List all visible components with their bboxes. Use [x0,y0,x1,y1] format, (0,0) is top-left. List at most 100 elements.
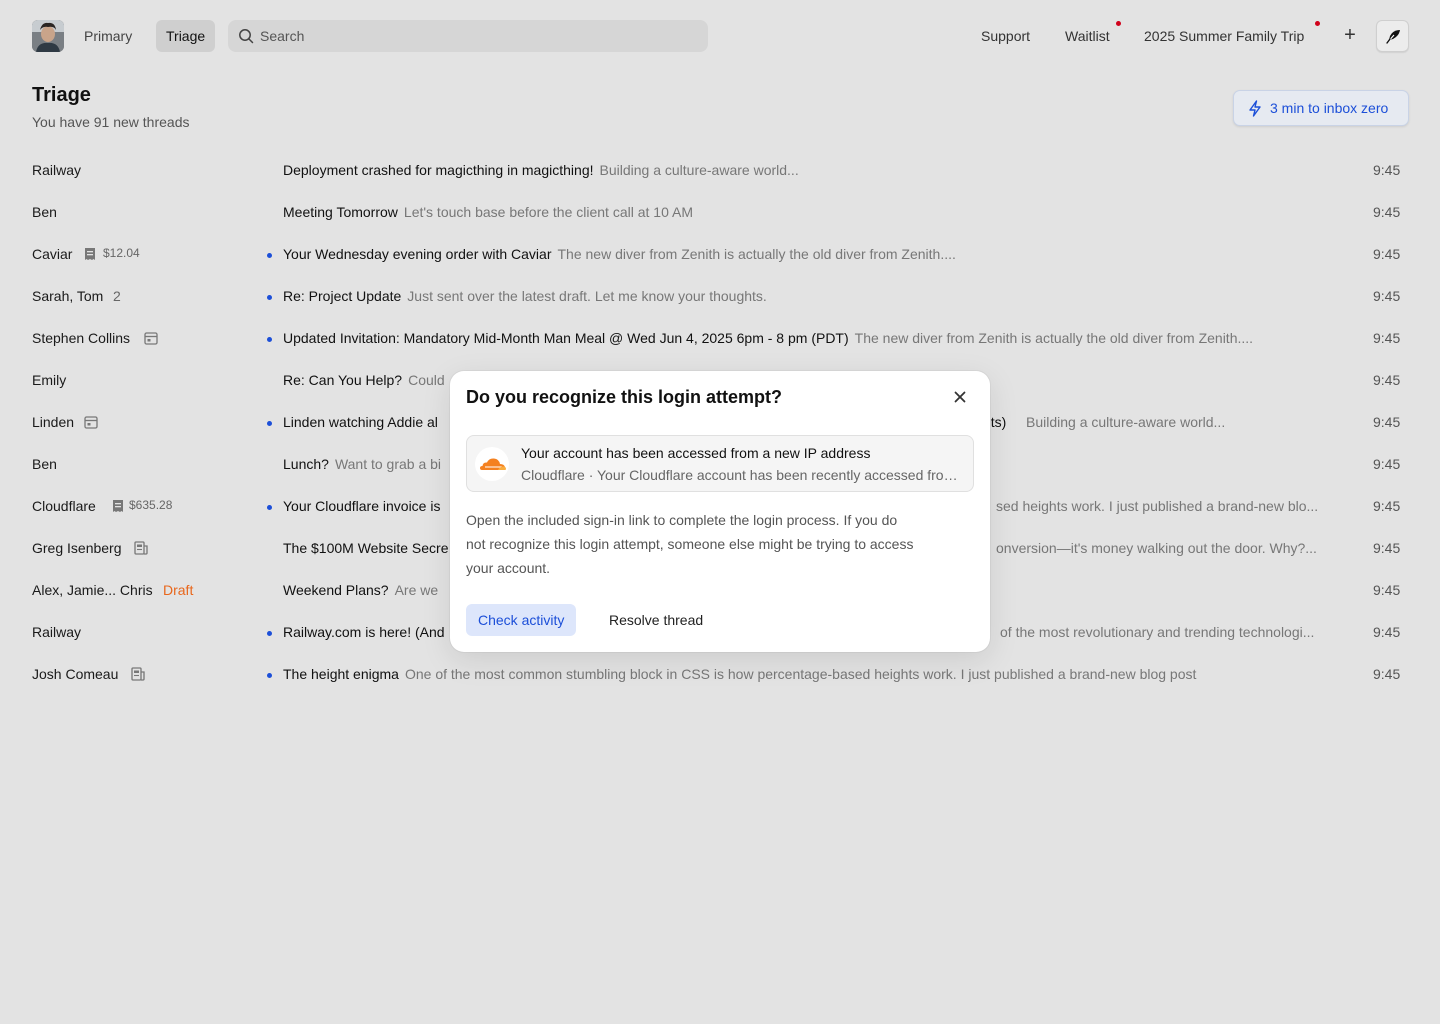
thread-sender: Greg Isenberg [32,540,122,556]
thread-content: The height enigma One of the most common … [283,666,1333,682]
thread-snippet: The new diver from Zenith is actually th… [557,246,956,262]
thread-subject: The height enigma [283,666,399,682]
thread-subject: Deployment crashed for magicthing in mag… [283,162,594,178]
thread-content: Updated Invitation: Mandatory Mid-Month … [283,330,1333,346]
thread-row[interactable]: Caviar $12.04 Your Wednesday evening ord… [0,234,1440,276]
thread-snippet: of the most revolutionary and trending t… [1000,624,1315,640]
top-bar: Primary Triage Support Waitlist 2025 Sum… [0,0,1440,72]
thread-row[interactable]: Sarah, Tom 2 Re: Project Update Just sent… [0,276,1440,318]
page-title: Triage [32,84,91,106]
tab-primary[interactable]: Primary [74,20,142,52]
thread-subject: Meeting Tomorrow [283,204,398,220]
feather-compose-icon [1386,30,1400,44]
thread-time: 9:45 [1373,666,1401,682]
search-input[interactable] [260,20,700,52]
page-subtitle: You have 91 new threads [32,114,190,130]
dialog-title: Do you recognize this login attempt? [466,387,783,407]
thread-row[interactable]: Josh Comeau The height enigma One of the … [0,654,1440,696]
thread-time: 9:45 [1373,498,1401,514]
thread-sender: Cloudflare [32,498,96,514]
thread-snippet: Building a culture-aware world... [1026,414,1226,430]
thread-time: 9:45 [1373,288,1401,304]
resolve-thread-button[interactable]: Resolve thread [597,604,715,636]
thread-row[interactable]: Stephen Collins Updated Invitation: Mand… [0,318,1440,360]
nav-support[interactable]: Support [981,20,1030,52]
thread-row[interactable]: Ben Meeting Tomorrow Let's touch base bef… [0,192,1440,234]
thread-time: 9:45 [1373,162,1401,178]
thread-snippet: Want to grab a bi [334,456,442,472]
thread-snippet: Just sent over the latest draft. Let me … [407,288,767,304]
waitlist-notification-dot [1116,21,1121,26]
inbox-zero-button[interactable]: 3 min to inbox zero [1233,90,1409,126]
thread-snippet: Building a culture-aware world... [599,162,799,178]
thread-sender: Sarah, Tom [32,288,104,304]
card-subtitle: Cloudflare · Your Cloudflare account has… [521,467,967,483]
thread-subject: Railway.com is here! (And [283,624,445,640]
close-icon [954,391,966,403]
unread-dot [267,337,272,342]
thread-row[interactable]: Railway Deployment crashed for magicthin… [0,150,1440,192]
lightning-icon [1249,100,1261,117]
dialog-body: Open the included sign-in link to comple… [466,512,914,576]
inbox-zero-label: 3 min to inbox zero [1270,100,1389,116]
thread-subject: Updated Invitation: Mandatory Mid-Month … [283,330,849,346]
thread-sender: Josh Comeau [32,666,119,682]
thread-snippet: Could [408,372,445,388]
thread-subject: Re: Can You Help? [283,372,403,388]
thread-time: 9:45 [1373,414,1401,430]
thread-sender: Linden [32,414,75,430]
unread-dot [267,421,272,426]
thread-sender: Emily [32,372,67,388]
thread-amount: $12.04 [103,246,140,260]
thread-time: 9:45 [1373,372,1401,388]
thread-time: 9:45 [1373,582,1401,598]
thread-amount: $635.28 [129,498,173,512]
calendar-icon [144,332,158,345]
nav-waitlist[interactable]: Waitlist [1065,20,1110,52]
user-avatar[interactable] [32,20,64,52]
calendar-icon [84,416,98,429]
thread-time: 9:45 [1373,456,1401,472]
card-title: Your account has been accessed from a ne… [521,445,871,461]
search-bar[interactable] [228,20,708,52]
draft-label: Draft [163,582,194,598]
thread-sender: Ben [32,456,57,472]
receipt-icon [113,500,123,512]
thread-sender: Stephen Collins [32,330,131,346]
thread-time: 9:45 [1373,540,1401,556]
thread-sender: Alex, Jamie... Chris [32,582,153,598]
linked-email-card[interactable]: Your account has been accessed from a ne… [466,435,974,492]
thread-time: 9:45 [1373,330,1401,346]
login-attempt-dialog: Do you recognize this login attempt? You… [450,371,990,652]
thread-subject: Linden watching Addie al [283,414,438,430]
thread-sender: Caviar [32,246,73,262]
compose-button[interactable] [1376,20,1409,52]
close-button[interactable] [950,387,970,407]
thread-count: 2 [113,288,121,304]
thread-snippet: onversion—it's money walking out the doo… [996,540,1317,556]
unread-dot [267,295,272,300]
unread-dot [267,505,272,510]
thread-content: Re: Project Update Just sent over the lat… [283,288,1333,304]
newsletter-icon [131,667,145,681]
thread-subject: Lunch? [283,456,329,472]
thread-subject: Your Wednesday evening order with Caviar [283,246,552,262]
unread-dot [267,253,272,258]
trip-notification-dot [1315,21,1320,26]
add-button[interactable]: + [1338,24,1362,48]
nav-summer-trip[interactable]: 2025 Summer Family Trip [1144,20,1304,52]
thread-snippet: sed heights work. I just published a bra… [996,498,1319,514]
unread-dot [267,673,272,678]
thread-content: Deployment crashed for magicthing in mag… [283,162,1333,178]
thread-subject: The $100M Website Secre [283,540,449,556]
thread-sender: Railway [32,624,82,640]
thread-snippet: The new diver from Zenith is actually th… [854,330,1254,346]
thread-content: Your Wednesday evening order with Caviar… [283,246,1333,262]
unread-dot [267,631,272,636]
thread-time: 9:45 [1373,204,1401,220]
thread-time: 9:45 [1373,246,1401,262]
check-activity-button[interactable]: Check activity [466,604,577,636]
thread-subject: Weekend Plans? [283,582,389,598]
tab-triage[interactable]: Triage [156,20,216,52]
thread-snippet: Are we [394,582,439,598]
